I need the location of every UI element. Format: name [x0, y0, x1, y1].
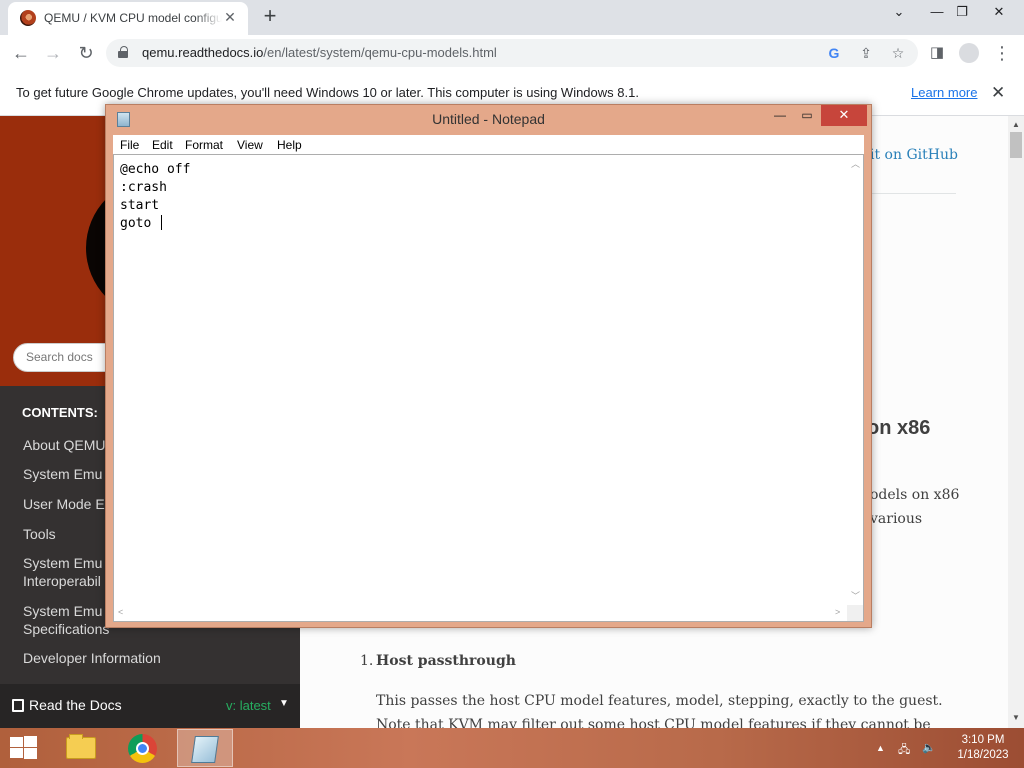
taskbar-file-explorer[interactable] [53, 729, 109, 767]
read-the-docs-bar[interactable]: Read the Docs v: latest ▼ [0, 684, 300, 728]
nav-item-system-emulation-interop[interactable]: System Emu Interoperabil [23, 554, 102, 590]
edit-on-github-link[interactable]: it on GitHub [870, 147, 958, 163]
browser-tab-strip: QEMU / KVM CPU model configuration — QEM… [0, 0, 1024, 35]
notepad-horizontal-scrollbar[interactable]: < > [114, 605, 847, 621]
google-lens-icon[interactable]: G [824, 43, 844, 63]
url-domain: qemu.readthedocs.io [142, 45, 264, 60]
chrome-menu-icon[interactable]: ⋮ [989, 40, 1015, 66]
paragraph-line-2: various [870, 511, 923, 527]
address-bar[interactable]: qemu.readthedocs.io/en/latest/system/qem… [106, 39, 918, 67]
taskbar-notepad[interactable] [177, 729, 233, 767]
window-close-button[interactable]: ✕ [982, 0, 1016, 30]
notepad-text-area[interactable]: @echo off :crash start goto ︿ ﹀ < > [113, 154, 864, 622]
tab-close-icon[interactable]: ✕ [222, 9, 238, 25]
nav-item-user-mode-emulation[interactable]: User Mode E [23, 495, 105, 513]
tab-search-dropdown-icon[interactable]: ⌄ [882, 0, 916, 30]
clock-time: 3:10 PM [961, 734, 1005, 746]
list-item-title: Host passthrough [376, 653, 516, 669]
profile-icon[interactable] [956, 40, 982, 66]
search-placeholder: Search docs [26, 350, 93, 364]
infobar-close-icon[interactable]: ✕ [991, 83, 1005, 103]
nav-item-system-emulation[interactable]: System Emu [23, 465, 102, 483]
book-icon [12, 699, 24, 712]
window-restore-button[interactable]: ❐ [945, 0, 979, 30]
show-hidden-icons-icon[interactable]: ▲ [876, 743, 885, 753]
text-line: @echo off [120, 162, 191, 177]
bookmark-star-icon[interactable]: ☆ [888, 43, 908, 63]
notepad-icon [191, 736, 219, 763]
notepad-menubar: File Edit Format View Help [113, 135, 864, 154]
resize-grip[interactable] [847, 605, 863, 621]
page-scrollbar[interactable]: ▲ ▼ [1008, 116, 1024, 728]
notepad-close-button[interactable]: ✕ [821, 105, 867, 126]
notepad-vertical-scrollbar[interactable]: ︿ ﹀ [847, 155, 863, 605]
windows-logo-pane [10, 737, 23, 747]
caret-down-icon: ▼ [279, 698, 289, 709]
text-line: goto [120, 216, 160, 231]
windows-logo-pane [24, 748, 37, 759]
text-line: start [120, 198, 160, 213]
reload-button[interactable]: ↻ [73, 40, 99, 66]
nav-item-system-emulation-specs[interactable]: System Emu Specifications [23, 602, 109, 638]
scroll-down-icon[interactable]: ▼ [1012, 713, 1020, 722]
notepad-text-content[interactable]: @echo off :crash start goto [120, 161, 190, 233]
folder-icon [66, 734, 96, 759]
version-label: v: latest [226, 698, 271, 713]
infobar-message: To get future Google Chrome updates, you… [16, 85, 639, 100]
section-heading: on x86 [867, 417, 931, 439]
volume-icon[interactable]: 🔈 [922, 741, 936, 754]
read-the-docs-label: Read the Docs [29, 697, 122, 713]
new-tab-button[interactable]: + [258, 5, 282, 29]
notepad-minimize-button[interactable]: — [767, 105, 793, 126]
notepad-maximize-button[interactable]: ▭ [794, 105, 820, 126]
url-path: /en/latest/system/qemu-cpu-models.html [263, 45, 497, 60]
browser-tab-active[interactable]: QEMU / KVM CPU model configuration — QEM… [8, 2, 248, 35]
list-item-number: 1. [360, 653, 374, 669]
menu-format[interactable]: Format [185, 138, 223, 152]
lock-icon[interactable] [118, 46, 128, 58]
notepad-titlebar[interactable]: Untitled - Notepad — ▭ ✕ [106, 105, 871, 132]
paragraph-line-1: odels on x86 [870, 487, 960, 503]
notepad-window: Untitled - Notepad — ▭ ✕ File Edit Forma… [105, 104, 872, 628]
learn-more-link[interactable]: Learn more [911, 85, 977, 100]
scrollbar-thumb[interactable] [1010, 132, 1022, 158]
forward-button[interactable]: → [40, 40, 66, 66]
contents-caption: CONTENTS: [22, 405, 98, 420]
scroll-down-arrow-icon[interactable]: ﹀ [851, 589, 860, 602]
taskbar-chrome[interactable] [115, 729, 171, 767]
scroll-up-icon[interactable]: ▲ [1012, 120, 1020, 129]
menu-view[interactable]: View [237, 138, 263, 152]
scroll-up-arrow-icon[interactable]: ︿ [851, 157, 860, 170]
scroll-right-arrow-icon[interactable]: > [835, 607, 840, 617]
share-icon[interactable]: ⇪ [856, 43, 876, 63]
notepad-title: Untitled - Notepad [432, 111, 545, 127]
nav-item-developer-information[interactable]: Developer Information [23, 649, 161, 667]
windows-logo-pane [24, 736, 37, 747]
chrome-icon [128, 734, 157, 763]
browser-toolbar: ← → ↻ qemu.readthedocs.io/en/latest/syst… [0, 35, 1024, 71]
tab-title: QEMU / KVM CPU model configuration — QEM… [44, 11, 222, 25]
address-url[interactable]: qemu.readthedocs.io/en/latest/system/qem… [142, 45, 497, 60]
header-divider [870, 193, 956, 194]
taskbar-clock[interactable]: 3:10 PM 1/18/2023 [950, 733, 1016, 763]
menu-edit[interactable]: Edit [152, 138, 173, 152]
nav-item-about-qemu[interactable]: About QEMU [23, 436, 105, 454]
back-button[interactable]: ← [8, 40, 34, 66]
qemu-favicon-icon [20, 10, 36, 26]
windows-taskbar: ▲ 🖧 🔈 3:10 PM 1/18/2023 [0, 728, 1024, 768]
text-line: :crash [120, 180, 167, 195]
start-button[interactable] [8, 736, 38, 760]
network-icon[interactable]: 🖧 [898, 741, 910, 760]
menu-help[interactable]: Help [277, 138, 302, 152]
menu-file[interactable]: File [120, 138, 139, 152]
list-item-body: This passes the host CPU model features,… [376, 693, 943, 728]
nav-item-tools[interactable]: Tools [23, 525, 56, 543]
clock-date: 1/18/2023 [957, 749, 1009, 761]
scroll-left-arrow-icon[interactable]: < [118, 607, 123, 617]
side-panel-icon[interactable]: ◨ [924, 40, 950, 66]
windows-logo-pane [10, 748, 23, 758]
text-cursor [161, 215, 163, 230]
